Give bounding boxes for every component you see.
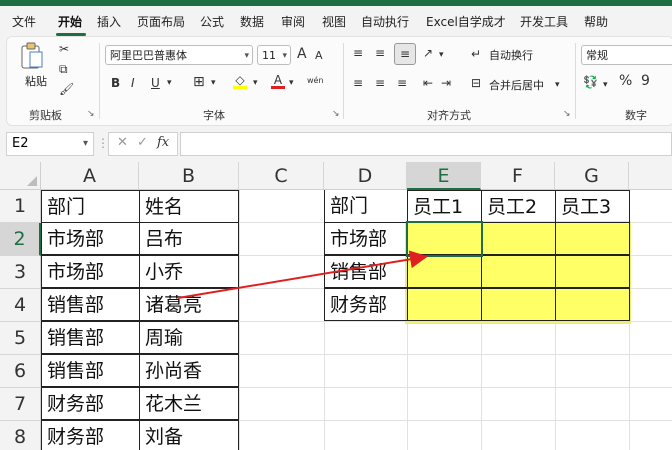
alignment-group-label: 对齐方式 [427, 109, 471, 122]
tab-page-layout[interactable]: 页面布局 [137, 13, 185, 30]
align-center-icon[interactable]: ≡ [375, 75, 385, 91]
paste-label: 粘贴 [25, 75, 47, 88]
orientation-icon[interactable]: ↗ [423, 45, 433, 61]
ribbon-home: 粘贴 ✂ ⧉ 🖌 剪贴板 ↘ 阿里巴巴普惠体 ▾ 11 ▾ A A B I U … [6, 36, 672, 126]
borders-icon[interactable]: ⊞ [193, 74, 205, 90]
clipboard-icon [21, 42, 43, 69]
name-box[interactable]: E2 ▾ [6, 132, 94, 156]
align-middle-icon[interactable]: ≡ [375, 45, 385, 61]
accounting-format-icon[interactable]: 💱 [583, 74, 598, 90]
paste-button[interactable] [19, 41, 45, 71]
number-format-value: 常规 [586, 49, 608, 62]
clipboard-launcher-icon[interactable]: ↘ [87, 109, 95, 119]
tab-excel-self-study[interactable]: Excel自学成才 [426, 13, 506, 30]
chevron-down-icon[interactable]: ▾ [439, 47, 444, 63]
wrap-text-button[interactable]: 自动换行 [489, 47, 533, 63]
ribbon-tabs: 文件 开始 插入 页面布局 公式 数据 审阅 视图 自动执行 Excel自学成才… [0, 6, 672, 36]
tab-view[interactable]: 视图 [322, 13, 346, 30]
chevron-down-icon[interactable]: ▾ [555, 77, 560, 93]
phonetic-guide-icon[interactable]: wén [307, 73, 324, 89]
tab-formulas[interactable]: 公式 [200, 13, 224, 30]
percent-style-button[interactable]: % [619, 73, 632, 89]
align-right-icon[interactable]: ≡ [397, 75, 407, 91]
name-box-value: E2 [12, 136, 29, 151]
tab-review[interactable]: 审阅 [281, 13, 305, 30]
chevron-down-icon[interactable]: ▾ [253, 75, 258, 91]
separator [575, 43, 576, 119]
merge-center-button[interactable]: 合并后居中 [489, 77, 544, 93]
wrap-text-icon[interactable]: ↵ [471, 46, 481, 62]
align-top-icon[interactable]: ≡ [353, 45, 363, 61]
align-bottom-icon[interactable]: ≡ [394, 43, 416, 65]
insert-function-button[interactable]: fx [157, 135, 169, 150]
cut-icon[interactable]: ✂ [59, 41, 69, 57]
tab-insert[interactable]: 插入 [97, 13, 121, 30]
worksheet-grid[interactable]: A B C D E F G 1 2 3 4 5 6 7 8 部门 姓名 市场部 … [0, 162, 672, 450]
tab-help[interactable]: 帮助 [584, 13, 608, 30]
tab-file[interactable]: 文件 [12, 13, 36, 30]
tab-home[interactable]: 开始 [58, 13, 82, 30]
cancel-icon[interactable]: ✕ [117, 135, 128, 150]
chevron-down-icon[interactable]: ▾ [289, 75, 294, 91]
number-group-label: 数字 [625, 109, 647, 122]
font-name-value: 阿里巴巴普惠体 [110, 49, 187, 62]
annotation-arrow [177, 250, 428, 299]
chevron-down-icon: ▾ [282, 51, 287, 61]
clipboard-group-label: 剪贴板 [29, 109, 62, 122]
increase-indent-icon[interactable]: ⇥ [441, 75, 451, 91]
bold-button[interactable]: B [111, 75, 120, 91]
font-size-value: 11 [262, 49, 276, 62]
alignment-launcher-icon[interactable]: ↘ [563, 109, 571, 119]
increase-font-icon[interactable]: A [297, 46, 307, 62]
separator [99, 43, 100, 119]
formula-bar: E2 ▾ ⋮ ✕ ✓ fx [0, 130, 672, 158]
font-launcher-icon[interactable]: ↘ [332, 109, 340, 119]
decrease-indent-icon[interactable]: ⇤ [423, 75, 433, 91]
formula-controls: ✕ ✓ fx [108, 132, 178, 156]
font-size-select[interactable]: 11 ▾ [257, 45, 291, 65]
enter-icon[interactable]: ✓ [137, 135, 148, 150]
chevron-down-icon: ▾ [244, 51, 249, 61]
chevron-down-icon[interactable]: ▾ [603, 77, 608, 93]
formula-input[interactable] [180, 132, 672, 156]
merge-center-icon[interactable]: ⊟ [471, 75, 481, 91]
separator [343, 43, 344, 119]
number-format-select[interactable]: 常规 [581, 45, 672, 65]
copy-icon[interactable]: ⧉ [59, 61, 68, 77]
italic-button[interactable]: I [131, 75, 135, 91]
format-painter-icon[interactable]: 🖌 [59, 81, 74, 97]
fill-color-icon[interactable]: ◇ [233, 72, 247, 89]
tab-data[interactable]: 数据 [240, 13, 264, 30]
underline-button[interactable]: U [151, 75, 160, 91]
decrease-font-icon[interactable]: A [315, 48, 323, 64]
align-left-icon[interactable]: ≡ [353, 75, 363, 91]
comma-style-icon[interactable]: 9 [641, 73, 650, 89]
font-name-select[interactable]: 阿里巴巴普惠体 ▾ [105, 45, 253, 65]
chevron-down-icon[interactable]: ▾ [167, 75, 172, 91]
tab-automate[interactable]: 自动执行 [361, 13, 409, 30]
chevron-down-icon: ▾ [82, 138, 88, 149]
chevron-down-icon[interactable]: ▾ [211, 75, 216, 91]
font-color-icon[interactable]: A [271, 72, 285, 89]
tab-developer[interactable]: 开发工具 [520, 13, 568, 30]
font-group-label: 字体 [203, 109, 225, 122]
